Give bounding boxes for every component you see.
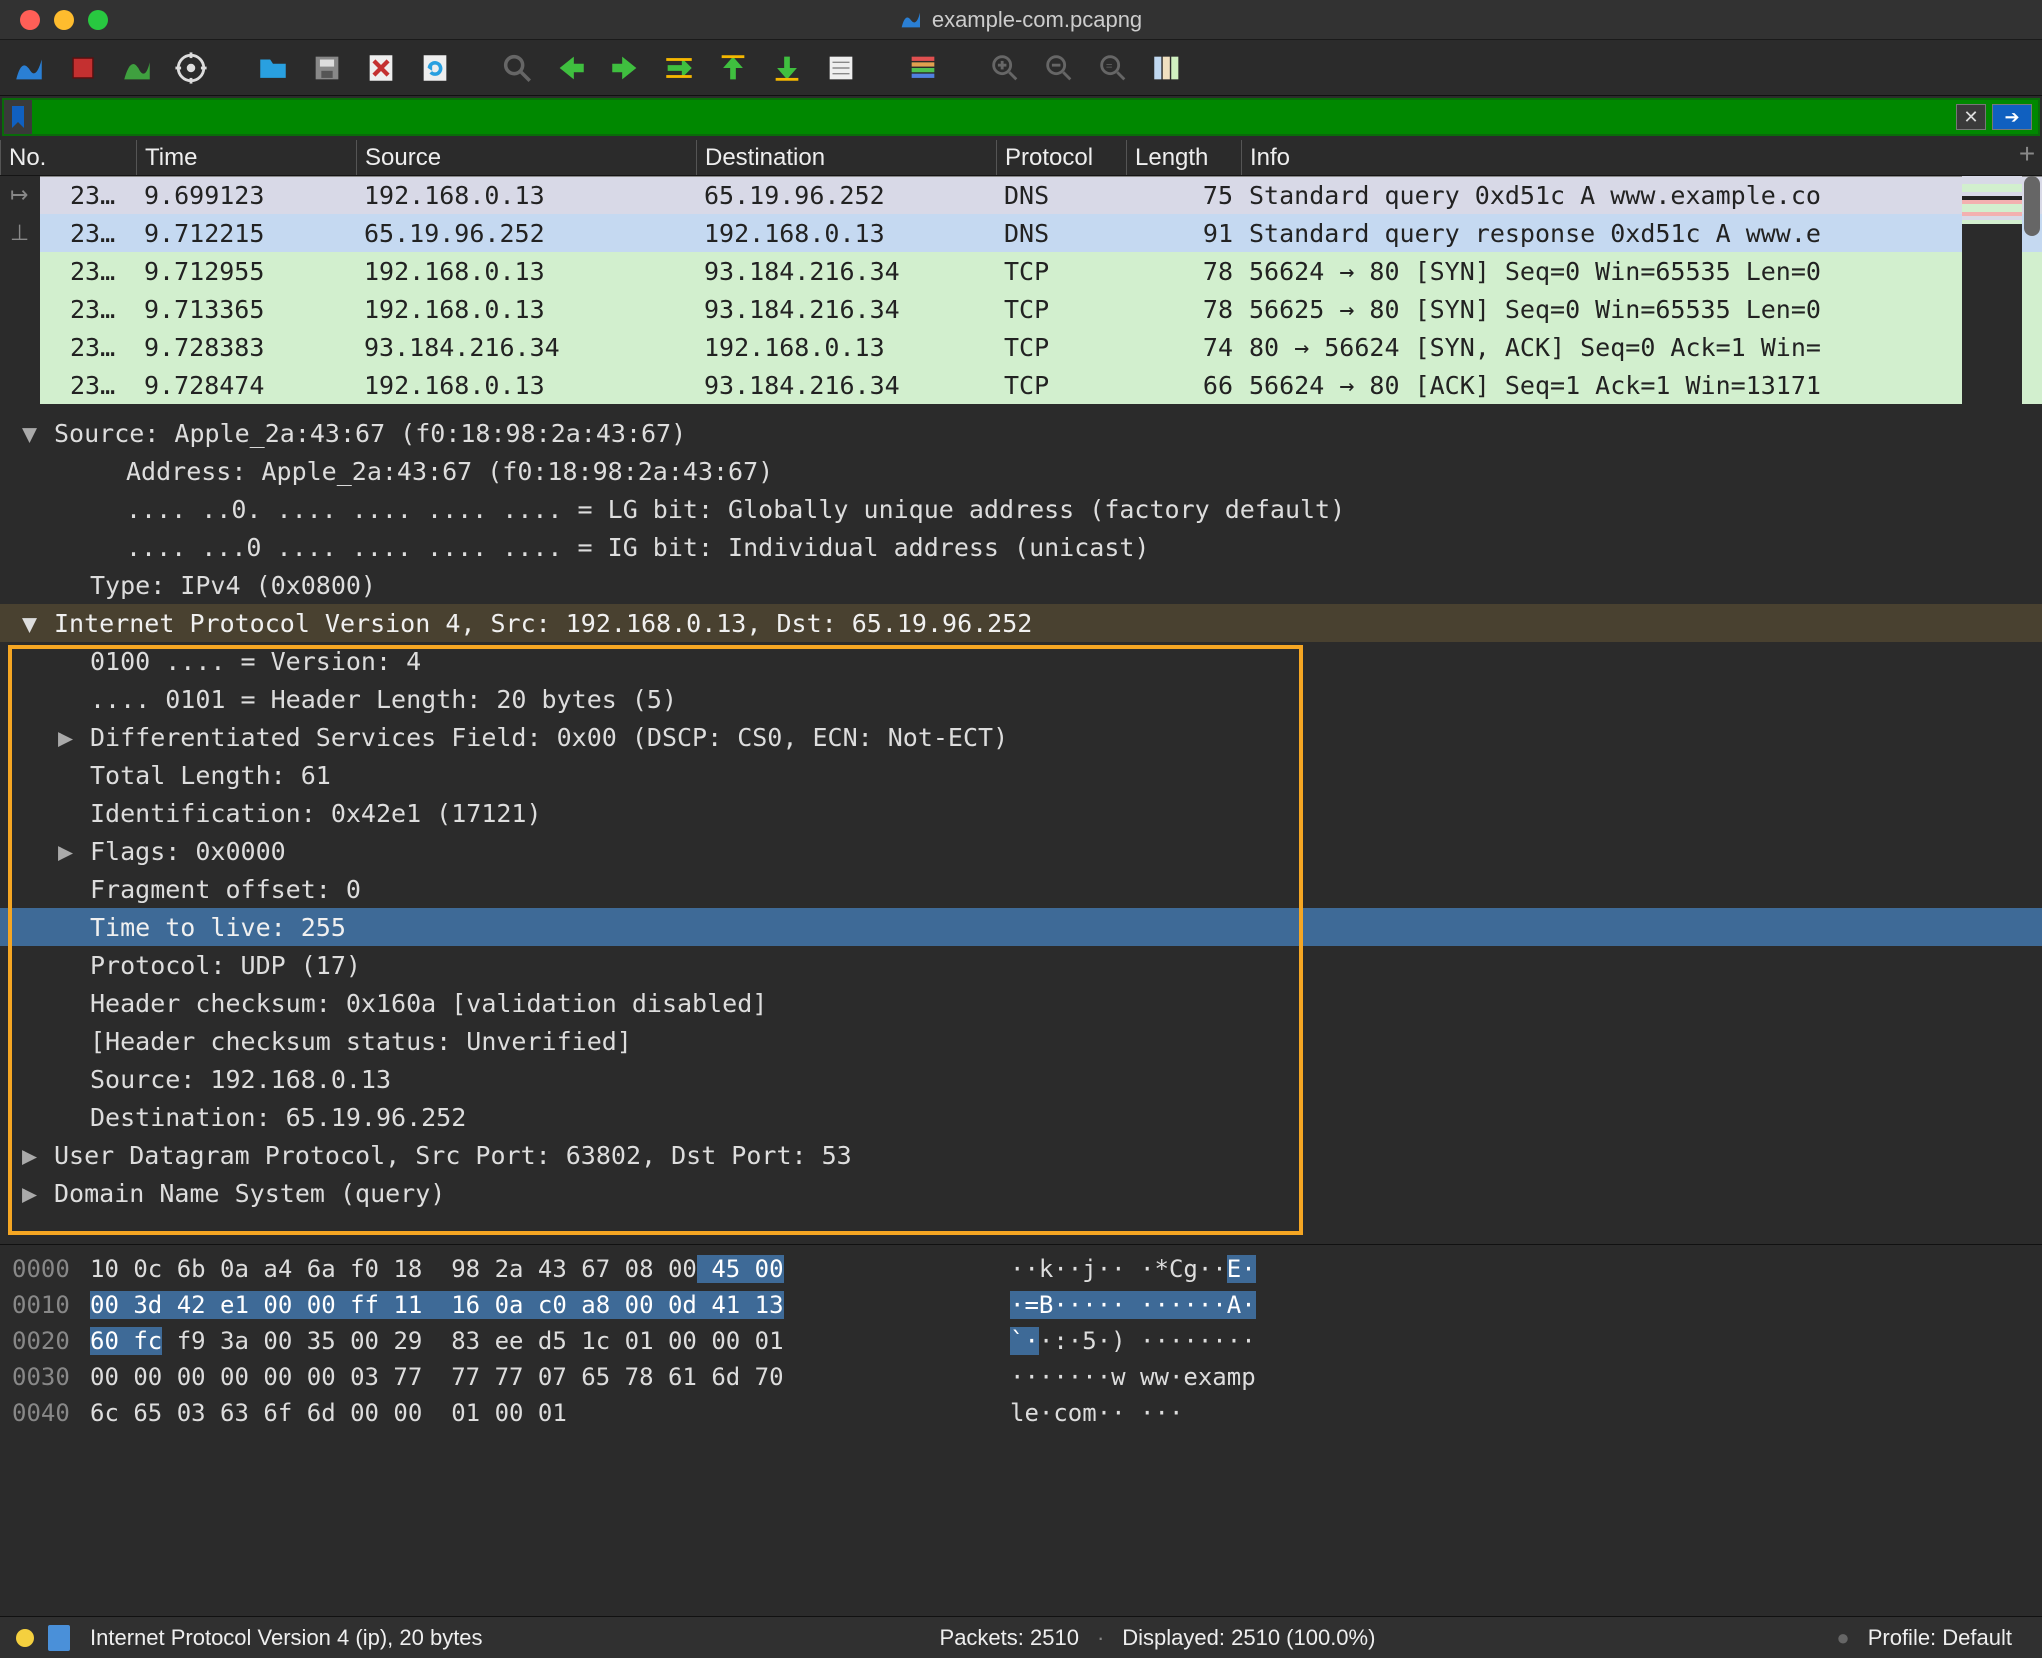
bytes-row[interactable]: 002060 fc f9 3a 00 35 00 29 83 ee d5 1c … [0, 1323, 2042, 1359]
packet-row[interactable]: 23…9.713365192.168.0.1393.184.216.34TCP7… [0, 290, 2042, 328]
ipv4-fragoff[interactable]: Fragment offset: 0 [90, 875, 361, 904]
packet-row[interactable]: 23…9.71221565.19.96.252192.168.0.13DNS91… [0, 214, 2042, 252]
status-profile[interactable]: Profile: Default [1868, 1625, 2012, 1651]
eth-igbit[interactable]: .... ...0 .... .... .... .... = IG bit: … [126, 533, 1150, 562]
status-packets: Packets: 2510 [940, 1625, 1079, 1651]
stop-capture-icon[interactable] [60, 45, 106, 91]
toolbar: = [0, 40, 2042, 96]
column-time[interactable]: Time [136, 140, 356, 175]
zoom-reset-icon[interactable]: = [1090, 45, 1136, 91]
packet-cursor-icon: ⊥ [10, 220, 29, 246]
close-button[interactable] [20, 10, 40, 30]
column-protocol[interactable]: Protocol [996, 140, 1126, 175]
packet-details-pane[interactable]: ▼Source: Apple_2a:43:67 (f0:18:98:2a:43:… [0, 404, 2042, 1244]
titlebar: example-com.pcapng [0, 0, 2042, 40]
bytes-row[interactable]: 00406c 65 03 63 6f 6d 00 00 01 00 01le·c… [0, 1395, 2042, 1431]
status-bar: Internet Protocol Version 4 (ip), 20 byt… [0, 1616, 2042, 1658]
window-controls [20, 10, 108, 30]
packet-list-header: No. Time Source Destination Protocol Len… [0, 140, 2042, 176]
restart-capture-icon[interactable] [114, 45, 160, 91]
column-info[interactable]: Info [1241, 140, 2042, 175]
capture-file-icon[interactable] [48, 1625, 70, 1651]
go-back-icon[interactable] [548, 45, 594, 91]
ipv4-ident[interactable]: Identification: 0x42e1 (17121) [90, 799, 542, 828]
expert-info-icon[interactable] [16, 1629, 34, 1647]
filter-bar: ✕ ➔ [2, 98, 2040, 136]
bytes-row[interactable]: 003000 00 00 00 00 00 03 77 77 77 07 65 … [0, 1359, 2042, 1395]
packet-arrow-icon: ↦ [10, 182, 28, 208]
eth-source[interactable]: Source: Apple_2a:43:67 (f0:18:98:2a:43:6… [54, 419, 686, 448]
packet-list-scrollbar[interactable] [2024, 176, 2040, 236]
packet-bytes-pane[interactable]: 000010 0c 6b 0a a4 6a f0 18 98 2a 43 67 … [0, 1244, 2042, 1471]
dns-header[interactable]: Domain Name System (query) [54, 1179, 445, 1208]
colorize-icon[interactable] [900, 45, 946, 91]
eth-type[interactable]: Type: IPv4 (0x0800) [90, 571, 376, 600]
udp-header[interactable]: User Datagram Protocol, Src Port: 63802,… [54, 1141, 852, 1170]
ipv4-dsf[interactable]: Differentiated Services Field: 0x00 (DSC… [90, 723, 1008, 752]
bytes-row[interactable]: 000010 0c 6b 0a a4 6a f0 18 98 2a 43 67 … [0, 1251, 2042, 1287]
go-to-last-icon[interactable] [764, 45, 810, 91]
minimize-button[interactable] [54, 10, 74, 30]
eth-lgbit[interactable]: .... ..0. .... .... .... .... = LG bit: … [126, 495, 1345, 524]
display-filter-input[interactable] [32, 100, 2038, 134]
ipv4-totlen[interactable]: Total Length: 61 [90, 761, 331, 790]
wireshark-icon [900, 9, 922, 31]
ipv4-flags[interactable]: Flags: 0x0000 [90, 837, 286, 866]
save-file-icon[interactable] [304, 45, 350, 91]
ipv4-cksum[interactable]: Header checksum: 0x160a [validation disa… [90, 989, 767, 1018]
packet-row[interactable]: 23…9.728474192.168.0.1393.184.216.34TCP6… [0, 366, 2042, 404]
go-to-packet-icon[interactable] [656, 45, 702, 91]
reload-file-icon[interactable] [412, 45, 458, 91]
column-destination[interactable]: Destination [696, 140, 996, 175]
column-source[interactable]: Source [356, 140, 696, 175]
ipv4-header[interactable]: Internet Protocol Version 4, Src: 192.16… [54, 609, 1032, 638]
ipv4-cksumstat[interactable]: [Header checksum status: Unverified] [90, 1027, 632, 1056]
zoom-in-icon[interactable] [982, 45, 1028, 91]
filter-bookmark-icon[interactable] [4, 100, 32, 134]
maximize-button[interactable] [88, 10, 108, 30]
ipv4-proto[interactable]: Protocol: UDP (17) [90, 951, 361, 980]
close-file-icon[interactable] [358, 45, 404, 91]
eth-address[interactable]: Address: Apple_2a:43:67 (f0:18:98:2a:43:… [126, 457, 773, 486]
ipv4-ttl[interactable]: Time to live: 255 [90, 913, 346, 942]
go-to-first-icon[interactable] [710, 45, 756, 91]
packet-list[interactable]: ↦ ⊥ 23…9.699123192.168.0.1365.19.96.252D… [0, 176, 2042, 404]
packet-row[interactable]: 23…9.699123192.168.0.1365.19.96.252DNS75… [0, 176, 2042, 214]
status-field: Internet Protocol Version 4 (ip), 20 byt… [90, 1625, 483, 1651]
ipv4-hlen[interactable]: .... 0101 = Header Length: 20 bytes (5) [90, 685, 677, 714]
auto-scroll-icon[interactable] [818, 45, 864, 91]
ipv4-src[interactable]: Source: 192.168.0.13 [90, 1065, 391, 1094]
ipv4-dst[interactable]: Destination: 65.19.96.252 [90, 1103, 466, 1132]
bytes-row[interactable]: 001000 3d 42 e1 00 00 ff 11 16 0a c0 a8 … [0, 1287, 2042, 1323]
zoom-out-icon[interactable] [1036, 45, 1082, 91]
svg-text:=: = [1106, 60, 1113, 72]
shark-fin-icon[interactable] [6, 45, 52, 91]
status-displayed: Displayed: 2510 (100.0%) [1122, 1625, 1375, 1651]
capture-options-icon[interactable] [168, 45, 214, 91]
clear-filter-icon[interactable]: ✕ [1956, 104, 1986, 130]
ipv4-version[interactable]: 0100 .... = Version: 4 [90, 647, 421, 676]
packet-minimap[interactable] [1962, 176, 2022, 404]
packet-row[interactable]: 23…9.72838393.184.216.34192.168.0.13TCP7… [0, 328, 2042, 366]
column-no[interactable]: No. [0, 140, 136, 175]
go-forward-icon[interactable] [602, 45, 648, 91]
column-length[interactable]: Length [1126, 140, 1241, 175]
window-title: example-com.pcapng [932, 7, 1142, 33]
open-file-icon[interactable] [250, 45, 296, 91]
apply-filter-icon[interactable]: ➔ [1992, 104, 2032, 130]
find-packet-icon[interactable] [494, 45, 540, 91]
packet-row[interactable]: 23…9.712955192.168.0.1393.184.216.34TCP7… [0, 252, 2042, 290]
resize-columns-icon[interactable] [1144, 45, 1190, 91]
